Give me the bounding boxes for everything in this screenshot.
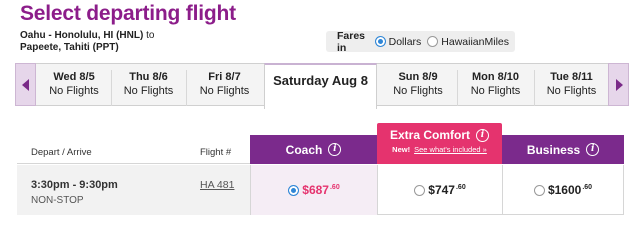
chevron-right-icon: [616, 79, 623, 91]
see-whats-included-link[interactable]: See what's included »: [414, 145, 487, 154]
date-tab-tue[interactable]: Tue 8/11 No Flights: [534, 70, 608, 106]
price-extra-comfort: $747.60: [428, 183, 466, 197]
radio-selected-icon[interactable]: [288, 184, 300, 196]
price-business: $1600.60: [547, 183, 593, 197]
fare-cell-extra-comfort[interactable]: $747.60: [377, 165, 502, 215]
date-tab-sun[interactable]: Sun 8/9 No Flights: [380, 70, 456, 106]
date-tab-thu[interactable]: Thu 8/6 No Flights: [111, 70, 185, 106]
cabin-header-business: Business i: [502, 135, 624, 164]
fare-cell-coach[interactable]: $687.60: [250, 165, 377, 215]
date-tab-selected[interactable]: Saturday Aug 8: [264, 63, 377, 109]
info-icon[interactable]: i: [476, 128, 489, 142]
radio-icon[interactable]: [533, 184, 545, 196]
fare-option-dollars[interactable]: Dollars: [374, 36, 421, 48]
page-title: Select departing flight: [20, 2, 236, 25]
fares-toggle: Fares in Dollars HawaiianMiles: [326, 29, 515, 54]
fare-option-miles[interactable]: HawaiianMiles: [427, 36, 509, 48]
flight-times: 3:30pm - 9:30pm: [31, 179, 118, 191]
radio-icon[interactable]: [414, 184, 426, 196]
next-dates-button[interactable]: [608, 63, 629, 106]
price-coach: $687.60: [302, 183, 340, 197]
radio-selected-icon[interactable]: [374, 36, 386, 47]
route-to: to: [143, 30, 155, 41]
fares-label: Fares in: [337, 29, 366, 54]
fare-cell-business[interactable]: $1600.60: [502, 165, 624, 215]
prev-dates-button[interactable]: [15, 63, 36, 106]
origin: Oahu - Honolulu, HI (HNL): [20, 30, 144, 41]
destination: Papeete, Tahiti (PPT): [20, 42, 119, 53]
chevron-left-icon: [22, 79, 29, 91]
cabin-header-coach: Coach i: [250, 135, 377, 164]
date-tab-fri[interactable]: Fri 8/7 No Flights: [186, 70, 262, 106]
flight-number-link[interactable]: HA 481: [200, 179, 234, 191]
col-flight-number: Flight #: [200, 147, 232, 158]
flight-stops: NON-STOP: [31, 195, 84, 206]
date-tab-mon[interactable]: Mon 8/10 No Flights: [457, 70, 533, 106]
date-tab-wed[interactable]: Wed 8/5 No Flights: [38, 70, 110, 106]
route-summary: Oahu - Honolulu, HI (HNL) to Papeete, Ta…: [20, 30, 154, 54]
col-depart-arrive: Depart / Arrive: [31, 147, 92, 158]
new-badge: New!: [392, 145, 411, 154]
radio-icon[interactable]: [427, 36, 439, 47]
info-icon[interactable]: i: [586, 143, 600, 156]
info-icon[interactable]: i: [328, 143, 342, 156]
cabin-header-extra-comfort: Extra Comfort i New! See what's included »: [377, 123, 502, 164]
